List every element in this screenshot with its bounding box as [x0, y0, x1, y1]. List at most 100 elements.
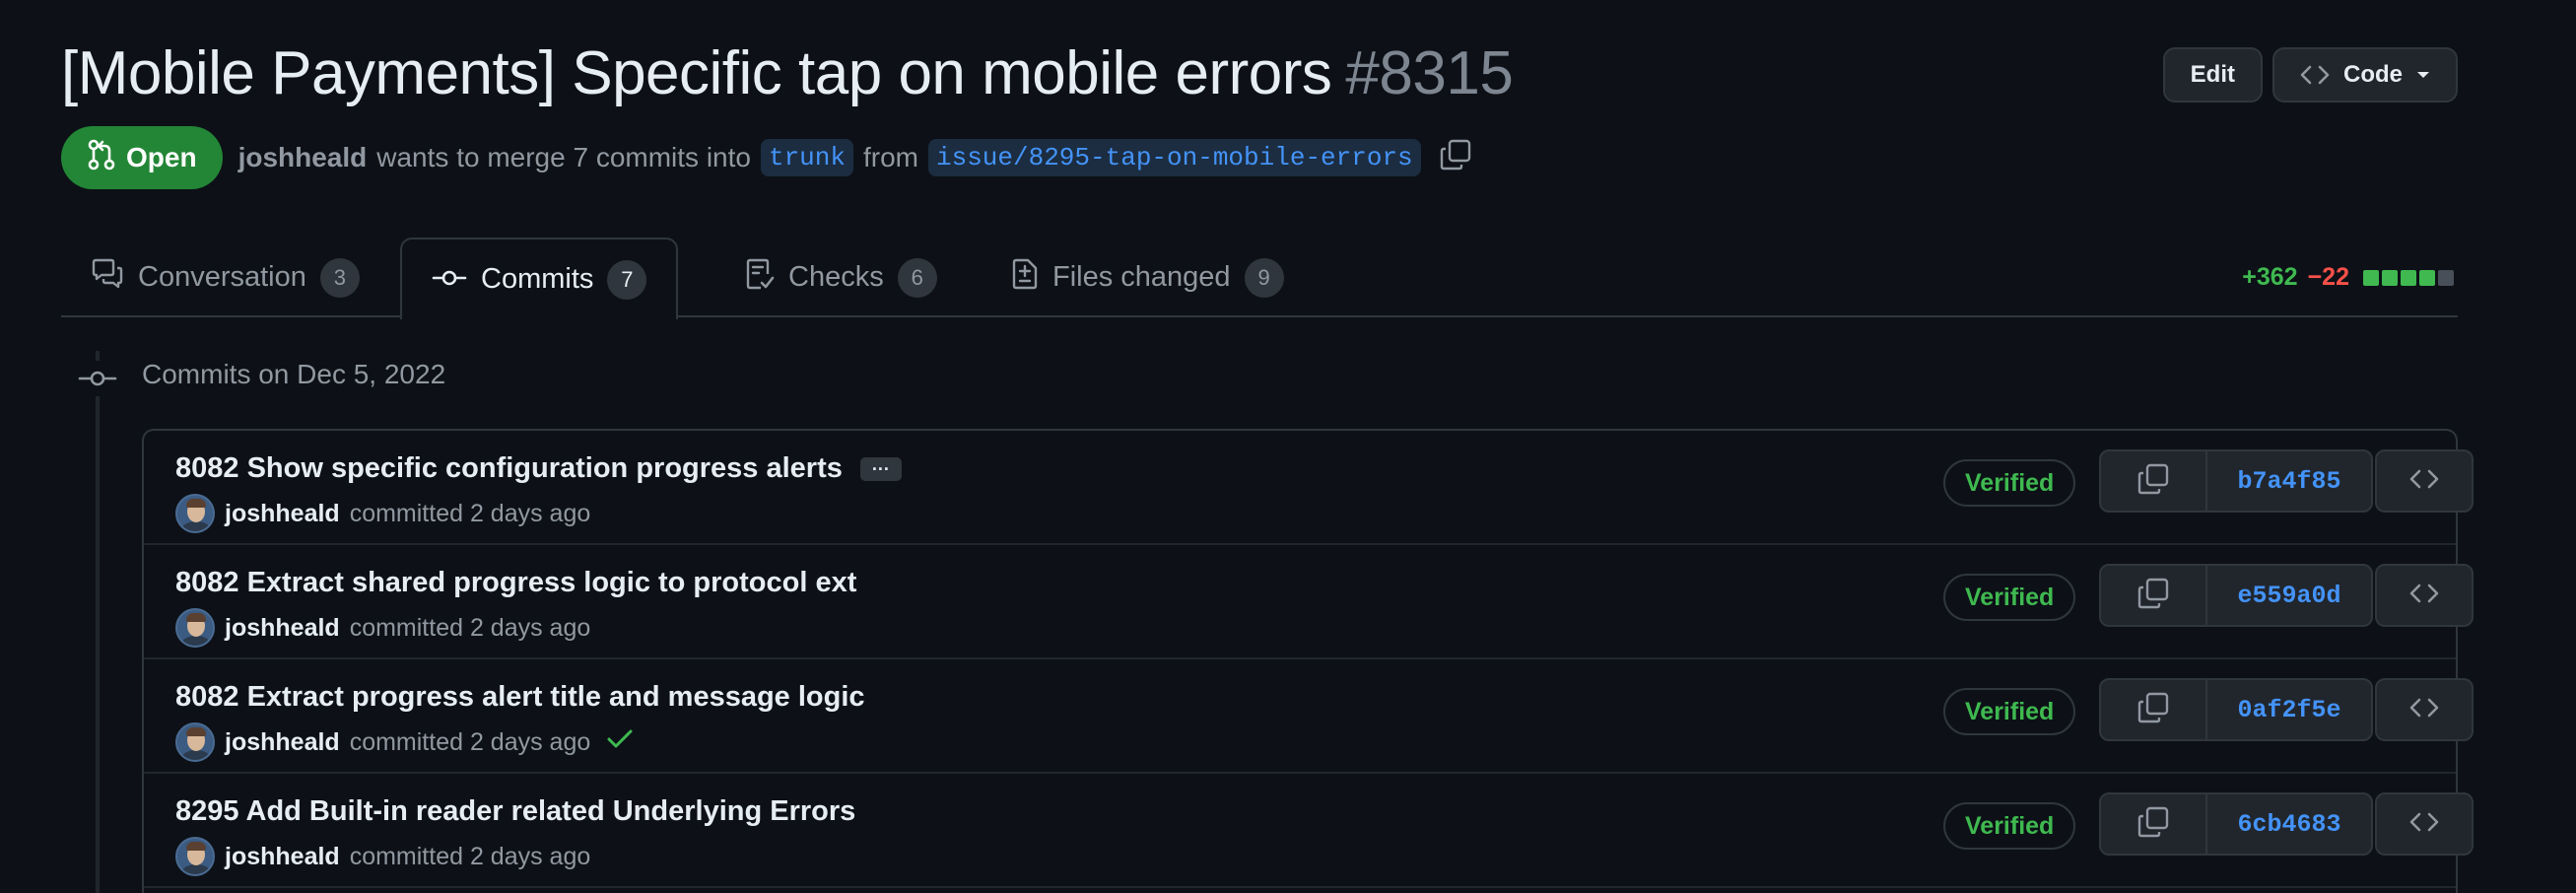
avatar[interactable] — [175, 494, 215, 533]
code-button[interactable]: Code — [2272, 47, 2458, 103]
tab-commits-count: 7 — [607, 259, 647, 300]
verified-badge[interactable]: Verified — [1943, 459, 2076, 507]
commit-author-link[interactable]: joshheald — [225, 843, 340, 871]
commit-meta: joshheald committed 2 days ago — [175, 837, 590, 876]
pr-title-text: [Mobile Payments] Specific tap on mobile… — [61, 38, 1332, 107]
merge-text: wants to merge 7 commits into — [376, 142, 751, 172]
commit-row: 8082 Extract shared progress logic to pr… — [144, 545, 2474, 659]
commit-time: committed 2 days ago — [349, 842, 591, 870]
commit-sha-link[interactable]: 0af2f5e — [2207, 680, 2371, 739]
commit-time: committed 2 days ago — [349, 613, 591, 642]
commit-author-link[interactable]: joshheald — [225, 728, 340, 757]
sha-button-group: 0af2f5e — [2099, 678, 2373, 741]
commit-sha-link[interactable]: 6cb4683 — [2207, 794, 2371, 854]
timeline-line — [96, 351, 100, 893]
edit-button[interactable]: Edit — [2162, 47, 2263, 103]
copy-icon — [2136, 462, 2170, 501]
commit-message-link[interactable]: 8082 Show specific configuration progres… — [175, 452, 843, 485]
tab-checks[interactable]: Checks 6 — [715, 238, 967, 317]
commit-author-link[interactable]: joshheald — [225, 500, 340, 528]
code-button-label: Code — [2343, 61, 2403, 88]
copy-icon — [2136, 691, 2170, 729]
avatar[interactable] — [175, 837, 215, 876]
copy-sha-button[interactable] — [2101, 451, 2207, 511]
commits-date-heading: Commits on Dec 5, 2022 — [142, 359, 446, 389]
git-commit-icon — [432, 263, 467, 296]
pr-title: [Mobile Payments] Specific tap on mobile… — [61, 38, 1514, 108]
commit-sha-link[interactable]: b7a4f85 — [2207, 451, 2371, 511]
diffstat-additions: +362 — [2242, 263, 2298, 291]
commit-list: 8082 Show specific configuration progres… — [142, 429, 2474, 893]
commit-time: committed 2 days ago — [349, 499, 591, 527]
commit-row: 8295 Add Built-in reader related Underly… — [144, 774, 2474, 888]
commit-author-link[interactable]: joshheald — [225, 614, 340, 643]
header-actions: Edit Code — [2162, 47, 2458, 103]
verified-badge[interactable]: Verified — [1943, 802, 2076, 850]
caret-down-icon — [2416, 70, 2430, 80]
tab-files-changed-count: 9 — [1244, 257, 1284, 298]
code-icon — [2408, 810, 2440, 839]
pr-title-row: [Mobile Payments] Specific tap on mobile… — [61, 34, 1514, 112]
verified-badge[interactable]: Verified — [1943, 574, 2076, 621]
git-commit-icon — [77, 361, 118, 401]
commit-title: 8295 Add Built-in reader related Underly… — [175, 795, 855, 828]
diffstat-block — [2382, 269, 2398, 286]
git-pull-request-icon — [87, 139, 116, 177]
base-branch[interactable]: trunk — [760, 139, 853, 176]
browse-repository-button[interactable] — [2375, 792, 2474, 856]
tab-conversation[interactable]: Conversation 3 — [61, 238, 389, 317]
commit-message-link[interactable]: 8082 Extract progress alert title and me… — [175, 681, 865, 714]
avatar[interactable] — [175, 722, 215, 762]
expand-commit-body-button[interactable]: ··· — [859, 456, 902, 481]
commit-sha-link[interactable]: e559a0d — [2207, 566, 2371, 625]
tab-conversation-label: Conversation — [138, 261, 306, 293]
commit-meta: joshheald committed 2 days ago — [175, 722, 634, 762]
tab-files-changed-label: Files changed — [1052, 261, 1231, 293]
tab-checks-label: Checks — [788, 261, 884, 293]
head-branch[interactable]: issue/8295-tap-on-mobile-errors — [927, 139, 1421, 176]
browse-repository-button[interactable] — [2375, 564, 2474, 627]
commit-message-link[interactable]: 8082 Extract shared progress logic to pr… — [175, 567, 856, 599]
pr-author-link[interactable]: joshheald — [238, 142, 368, 173]
avatar[interactable] — [175, 608, 215, 648]
commit-row: 8082 Extract progress alert title and me… — [144, 659, 2474, 774]
code-icon — [2408, 582, 2440, 610]
pr-meta-row: Open joshheald wants to merge 7 commits … — [61, 126, 1472, 189]
copy-branch-icon[interactable] — [1439, 138, 1472, 178]
diffstat-block — [2401, 269, 2416, 286]
code-icon — [2300, 63, 2330, 87]
pr-tabs: Conversation 3 Commits 7 Checks 6 Files … — [61, 238, 2458, 319]
copy-sha-button[interactable] — [2101, 794, 2207, 854]
file-diff-icon — [1011, 257, 1039, 299]
tab-commits-label: Commits — [481, 263, 594, 295]
commit-title: 8082 Show specific configuration progres… — [175, 452, 902, 485]
commit-title: 8082 Extract progress alert title and me… — [175, 681, 865, 714]
code-icon — [2408, 467, 2440, 496]
tab-files-changed[interactable]: Files changed 9 — [982, 238, 1314, 317]
verified-badge[interactable]: Verified — [1943, 688, 2076, 735]
pull-request-page: [Mobile Payments] Specific tap on mobile… — [61, 0, 2474, 893]
tab-checks-count: 6 — [897, 257, 937, 298]
sha-button-group: 6cb4683 — [2099, 792, 2373, 856]
commit-meta: joshheald committed 2 days ago — [175, 608, 590, 648]
browse-repository-button[interactable] — [2375, 678, 2474, 741]
commit-meta: joshheald committed 2 days ago — [175, 494, 590, 533]
copy-sha-button[interactable] — [2101, 566, 2207, 625]
diffstat-deletions: −22 — [2307, 263, 2349, 291]
comment-discussion-icon — [91, 258, 124, 298]
sha-button-group: b7a4f85 — [2099, 449, 2373, 513]
browse-repository-button[interactable] — [2375, 449, 2474, 513]
copy-icon — [2136, 577, 2170, 615]
diffstat-block — [2363, 269, 2379, 286]
checklist-icon — [745, 257, 775, 299]
copy-sha-button[interactable] — [2101, 680, 2207, 739]
diffstat-blocks — [2363, 269, 2454, 286]
commit-message-link[interactable]: 8295 Add Built-in reader related Underly… — [175, 795, 855, 828]
commit-title: 8082 Extract shared progress logic to pr… — [175, 567, 856, 599]
check-icon[interactable] — [606, 727, 634, 758]
commit-row: 8082 Show specific configuration progres… — [144, 431, 2474, 545]
code-icon — [2408, 696, 2440, 724]
commit-time: committed 2 days ago — [349, 727, 591, 756]
tab-commits[interactable]: Commits 7 — [400, 238, 679, 319]
sha-button-group: e559a0d — [2099, 564, 2373, 627]
